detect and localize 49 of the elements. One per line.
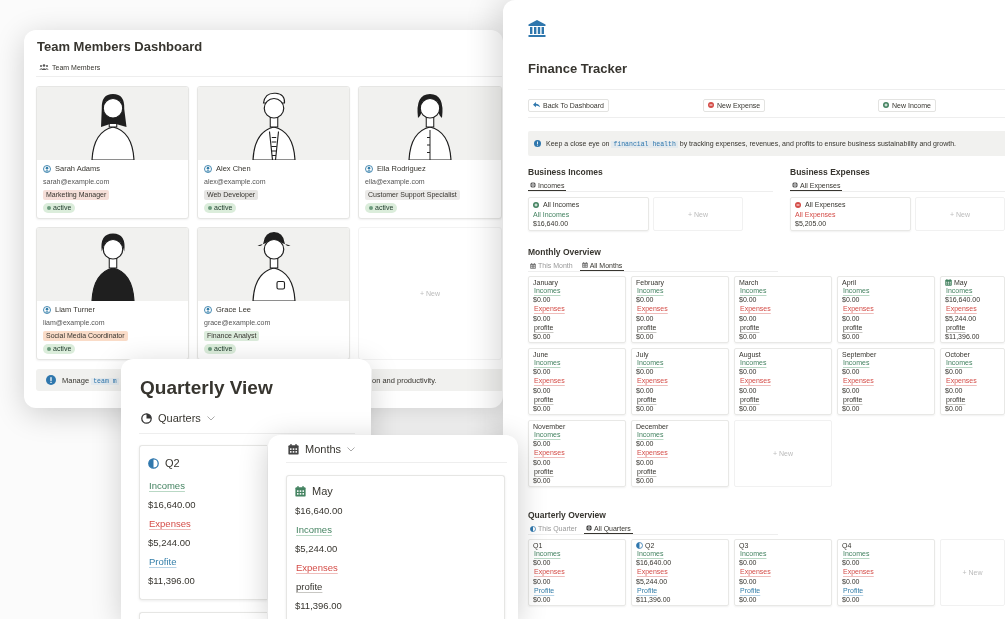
- card-title: Q2: [165, 456, 180, 470]
- month-card[interactable]: May $16,640.00 Incomes $5,244.00 Expenses profite $11,396.00: [286, 475, 505, 619]
- incomes-label: Incomes: [148, 479, 186, 493]
- chevron-down-icon: [347, 446, 356, 452]
- page-title: Quarterly View: [140, 377, 274, 399]
- calendar-icon: [288, 443, 299, 455]
- chevron-down-icon: [206, 415, 215, 421]
- amount: $5,244.00: [295, 543, 338, 554]
- calendar-icon: [530, 262, 536, 269]
- user-icon: [365, 165, 373, 173]
- amount: $16,640.00: [148, 499, 196, 510]
- amount: $16,640.00: [295, 505, 343, 516]
- profit-label: Profite: [148, 555, 178, 569]
- globe-icon: [792, 182, 798, 188]
- info-icon: [46, 375, 56, 385]
- minus-circle-icon: [708, 102, 714, 108]
- plus-circle-icon: [883, 102, 889, 108]
- card-title: May: [312, 484, 333, 498]
- bank-icon: [528, 20, 546, 37]
- incomes-label: Incomes: [295, 523, 333, 537]
- view-selector[interactable]: Quarters: [139, 411, 355, 434]
- user-icon: [204, 165, 212, 173]
- half-circle-icon: [530, 525, 536, 532]
- globe-icon: [530, 182, 536, 188]
- back-arrow-icon: [533, 102, 540, 108]
- section-title: Business Expenses: [790, 167, 871, 177]
- expenses-label: Expenses: [148, 517, 192, 531]
- quarter-card[interactable]: Q2 Incomes $16,640.00 Expenses $5,244.00 Profite $11,396.00: [139, 445, 267, 600]
- view-selector[interactable]: Months: [286, 442, 507, 463]
- profit-label: profite: [295, 580, 324, 594]
- info-icon: [534, 140, 541, 147]
- calendar-icon: [581, 262, 588, 268]
- user-icon: [43, 306, 51, 314]
- people-icon: [39, 63, 49, 71]
- amount: $11,396.00: [148, 575, 195, 586]
- expenses-label: Expenses: [295, 561, 339, 575]
- amount: $11,396.00: [295, 600, 342, 611]
- page-title: Team Members Dashboard: [37, 38, 204, 56]
- minus-circle-icon: [795, 201, 801, 208]
- user-icon: [43, 165, 51, 173]
- globe-icon: [585, 525, 592, 531]
- section-title: Business Incomes: [528, 167, 604, 177]
- amount: $5,244.00: [148, 537, 191, 548]
- plus-circle-icon: [533, 201, 539, 208]
- page-title: Finance Tracker: [528, 61, 628, 77]
- user-icon: [204, 306, 212, 314]
- section-title: Monthly Overview: [528, 247, 602, 257]
- section-title: Quarterly Overview: [528, 510, 607, 520]
- pie-chart-icon: [141, 412, 152, 424]
